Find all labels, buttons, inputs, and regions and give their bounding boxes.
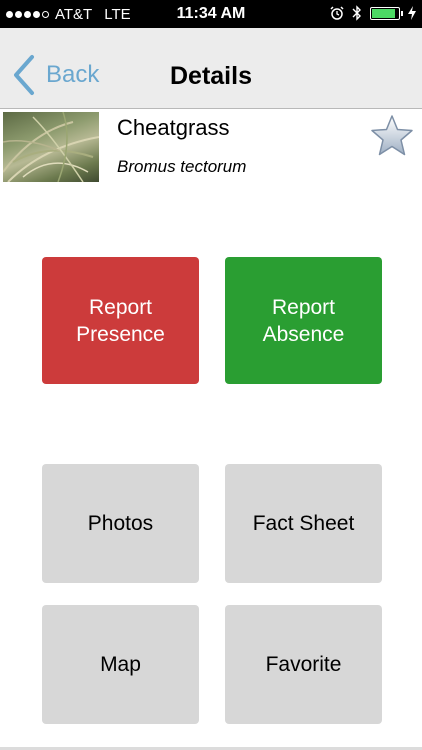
species-thumbnail[interactable] [3, 112, 99, 182]
bluetooth-icon [352, 5, 361, 21]
grass-photo [3, 112, 99, 182]
report-presence-label: Report Presence [76, 295, 165, 346]
report-absence-label: Report Absence [262, 295, 345, 346]
fact-sheet-button[interactable]: Fact Sheet [225, 464, 382, 583]
fact-sheet-label: Fact Sheet [252, 511, 355, 535]
photos-button[interactable]: Photos [42, 464, 199, 583]
battery-level [372, 8, 395, 18]
alarm-icon [330, 6, 344, 20]
report-presence-button[interactable]: Report Presence [42, 257, 199, 384]
map-label: Map [100, 652, 141, 676]
map-button[interactable]: Map [42, 605, 199, 724]
photos-label: Photos [87, 511, 154, 535]
battery-icon [370, 6, 403, 20]
navigation-bar: Back Details [0, 28, 422, 109]
species-scientific-name: Bromus tectorum [117, 157, 247, 176]
status-bar: AT&T LTE 11:34 AM [0, 0, 422, 28]
favorite-label: Favorite [265, 652, 342, 676]
species-header: Cheatgrass Bromus tectorum [0, 109, 422, 184]
report-absence-button[interactable]: Report Absence [225, 257, 382, 384]
page-title: Details [170, 62, 252, 90]
favorite-button[interactable]: Favorite [225, 605, 382, 724]
charging-icon [408, 6, 416, 20]
species-common-name: Cheatgrass [117, 115, 230, 140]
star-icon[interactable] [370, 114, 414, 158]
